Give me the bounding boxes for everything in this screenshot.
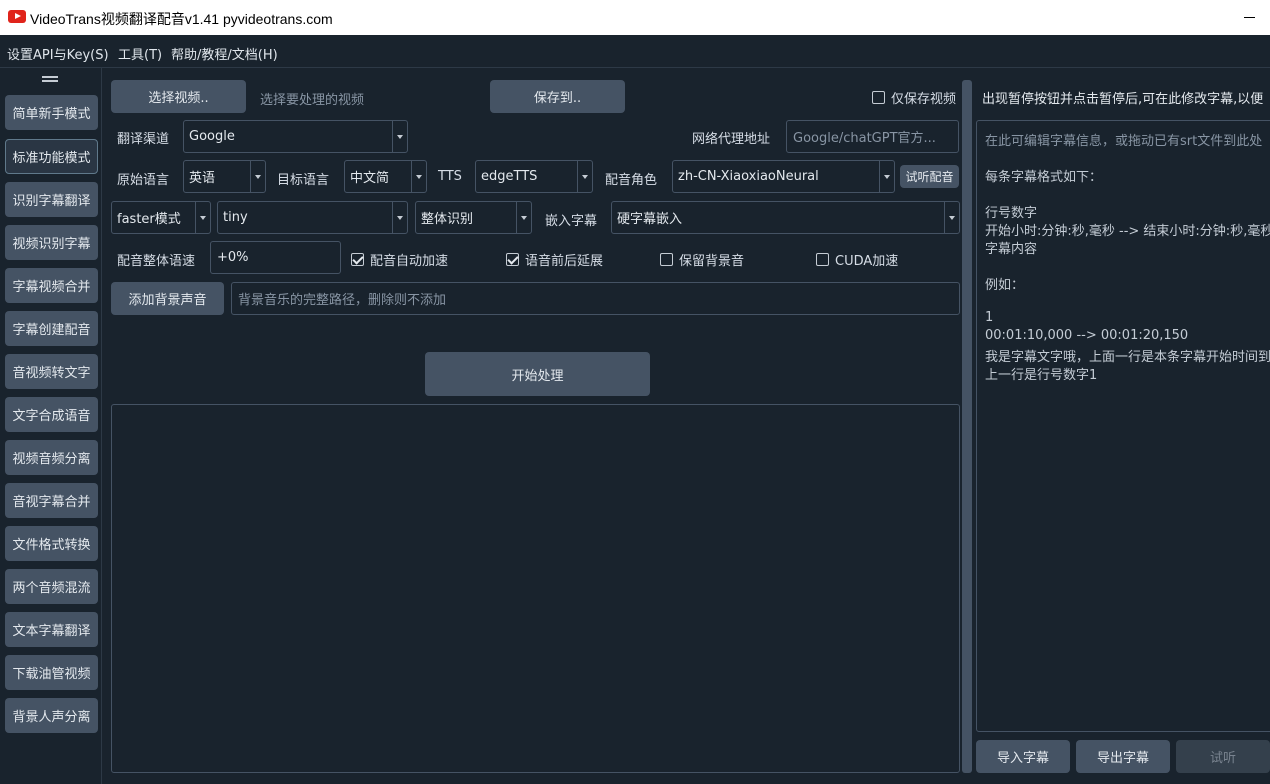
only-save-video-checkbox[interactable]: 仅保存视频 [872, 88, 956, 107]
listen-voice-button[interactable]: 试听配音 [900, 165, 959, 188]
chevron-down-icon [411, 161, 426, 192]
menu-bar: 设置API与Key(S) 工具(T) 帮助/教程/文档(H) [0, 35, 1270, 68]
chevron-down-icon [944, 202, 959, 233]
sidebar-item-text-subtitle-translate[interactable]: 文本字幕翻译 [5, 612, 98, 647]
checkbox-icon[interactable] [660, 253, 673, 266]
target-language-select[interactable]: 中文简 [344, 160, 427, 193]
bgm-path-input[interactable]: 背景音乐的完整路径，删除则不添加 [231, 282, 960, 315]
checkbox-icon[interactable] [872, 91, 885, 104]
title-bar: VideoTrans视频翻译配音v1.41 pyvideotrans.com [0, 0, 1270, 35]
main-panel: 选择视频.. 选择要处理的视频 保存到.. 仅保存视频 翻译渠道 Google … [104, 68, 966, 784]
minimize-icon[interactable] [1236, 4, 1264, 30]
embed-subtitle-select[interactable]: 硬字幕嵌入 [611, 201, 960, 234]
editor-line: 1 [985, 310, 994, 325]
whisper-mode-select[interactable]: faster模式 [111, 201, 211, 234]
select-video-button[interactable]: 选择视频.. [111, 80, 246, 113]
add-bgm-button[interactable]: 添加背景声音 [111, 282, 224, 315]
sidebar-item-format-convert[interactable]: 文件格式转换 [5, 526, 98, 561]
translate-channel-label: 翻译渠道 [117, 132, 170, 147]
panel-splitter[interactable] [962, 80, 972, 773]
chevron-down-icon [392, 202, 407, 233]
checkbox-checked-icon[interactable] [506, 253, 519, 266]
chevron-down-icon [577, 161, 592, 192]
sidebar-item-audio-mix[interactable]: 两个音频混流 [5, 569, 98, 604]
voice-extend-checkbox[interactable]: 语音前后延展 [506, 250, 603, 269]
save-to-button[interactable]: 保存到.. [490, 80, 625, 113]
sidebar: 简单新手模式 标准功能模式 识别字幕翻译 视频识别字幕 字幕视频合并 字幕创建配… [0, 68, 102, 784]
recognize-mode-select[interactable]: 整体识别 [415, 201, 532, 234]
translate-channel-select[interactable]: Google [183, 120, 408, 153]
log-output-area[interactable] [111, 404, 960, 773]
sidebar-item-simple-mode[interactable]: 简单新手模式 [5, 95, 98, 130]
keep-bgm-checkbox[interactable]: 保留背景音 [660, 250, 744, 269]
sidebar-item-video-recognize[interactable]: 视频识别字幕 [5, 225, 98, 260]
subtitle-editor[interactable]: 在此可编辑字幕信息，或拖动已有srt文件到此处 每条字幕格式如下： 行号数字 开… [976, 120, 1270, 732]
drag-handle-icon[interactable] [42, 76, 58, 82]
tts-label: TTS [438, 169, 462, 184]
sidebar-item-standard-mode[interactable]: 标准功能模式 [5, 139, 98, 174]
start-process-button[interactable]: 开始处理 [425, 352, 650, 396]
editor-line: 开始小时:分钟:秒,毫秒 --> 结束小时:分钟:秒,毫秒 [985, 224, 1270, 239]
speed-input[interactable]: +0% [210, 241, 341, 274]
subtitle-edit-hint: 出现暂停按钮并点击暂停后,可在此修改字幕,以便 [982, 92, 1264, 107]
import-subtitle-button[interactable]: 导入字幕 [976, 740, 1070, 773]
model-select[interactable]: tiny [217, 201, 408, 234]
chevron-down-icon [879, 161, 894, 192]
sidebar-item-av-separate[interactable]: 视频音频分离 [5, 440, 98, 475]
checkbox-icon[interactable] [816, 253, 829, 266]
sidebar-item-av-subtitle-merge[interactable]: 音视字幕合并 [5, 483, 98, 518]
chevron-down-icon [392, 121, 407, 152]
window-title: VideoTrans视频翻译配音v1.41 pyvideotrans.com [30, 11, 333, 27]
source-language-label: 原始语言 [117, 173, 170, 188]
app-logo-icon [8, 10, 26, 23]
select-video-hint: 选择要处理的视频 [260, 93, 365, 108]
menu-tools[interactable]: 工具(T) [118, 44, 162, 63]
chevron-down-icon [516, 202, 531, 233]
menu-settings-api[interactable]: 设置API与Key(S) [7, 44, 109, 63]
editor-line: 我是字幕文字哦，上面一行是本条字幕开始时间到结束时间 [985, 350, 1270, 365]
source-language-select[interactable]: 英语 [183, 160, 266, 193]
target-language-label: 目标语言 [277, 173, 330, 188]
speed-label: 配音整体语速 [117, 254, 196, 269]
sidebar-item-recognize-translate[interactable]: 识别字幕翻译 [5, 182, 98, 217]
proxy-input[interactable]: Google/chatGPT官方... [786, 120, 959, 153]
proxy-label: 网络代理地址 [692, 132, 771, 147]
chevron-down-icon [195, 202, 210, 233]
editor-line: 00:01:10,000 --> 00:01:20,150 [985, 328, 1189, 343]
menu-help[interactable]: 帮助/教程/文档(H) [171, 44, 278, 63]
cuda-checkbox[interactable]: CUDA加速 [816, 250, 898, 269]
auto-accelerate-checkbox[interactable]: 配音自动加速 [351, 250, 448, 269]
editor-line: 每条字幕格式如下： [985, 170, 1103, 185]
sidebar-item-download-youtube[interactable]: 下载油管视频 [5, 655, 98, 690]
sidebar-item-av-to-text[interactable]: 音视频转文字 [5, 354, 98, 389]
editor-line: 字幕内容 [985, 242, 1038, 257]
editor-line: 在此可编辑字幕信息，或拖动已有srt文件到此处 [985, 134, 1263, 149]
tts-select[interactable]: edgeTTS [475, 160, 593, 193]
sidebar-item-vocal-separate[interactable]: 背景人声分离 [5, 698, 98, 733]
editor-line: 行号数字 [985, 206, 1038, 221]
editor-line: 上一行是行号数字1 [985, 368, 1098, 383]
voice-role-select[interactable]: zh-CN-XiaoxiaoNeural [672, 160, 895, 193]
embed-subtitle-label: 嵌入字幕 [545, 214, 598, 229]
sidebar-item-text-to-speech[interactable]: 文字合成语音 [5, 397, 98, 432]
listen-subtitle-button[interactable]: 试听 [1176, 740, 1270, 773]
subtitle-panel: 出现暂停按钮并点击暂停后,可在此修改字幕,以便 在此可编辑字幕信息，或拖动已有s… [974, 68, 1270, 784]
voice-role-label: 配音角色 [605, 173, 658, 188]
sidebar-item-subtitle-video-merge[interactable]: 字幕视频合并 [5, 268, 98, 303]
editor-line: 例如： [985, 278, 1025, 293]
export-subtitle-button[interactable]: 导出字幕 [1076, 740, 1170, 773]
chevron-down-icon [250, 161, 265, 192]
checkbox-checked-icon[interactable] [351, 253, 364, 266]
sidebar-item-subtitle-dubbing[interactable]: 字幕创建配音 [5, 311, 98, 346]
